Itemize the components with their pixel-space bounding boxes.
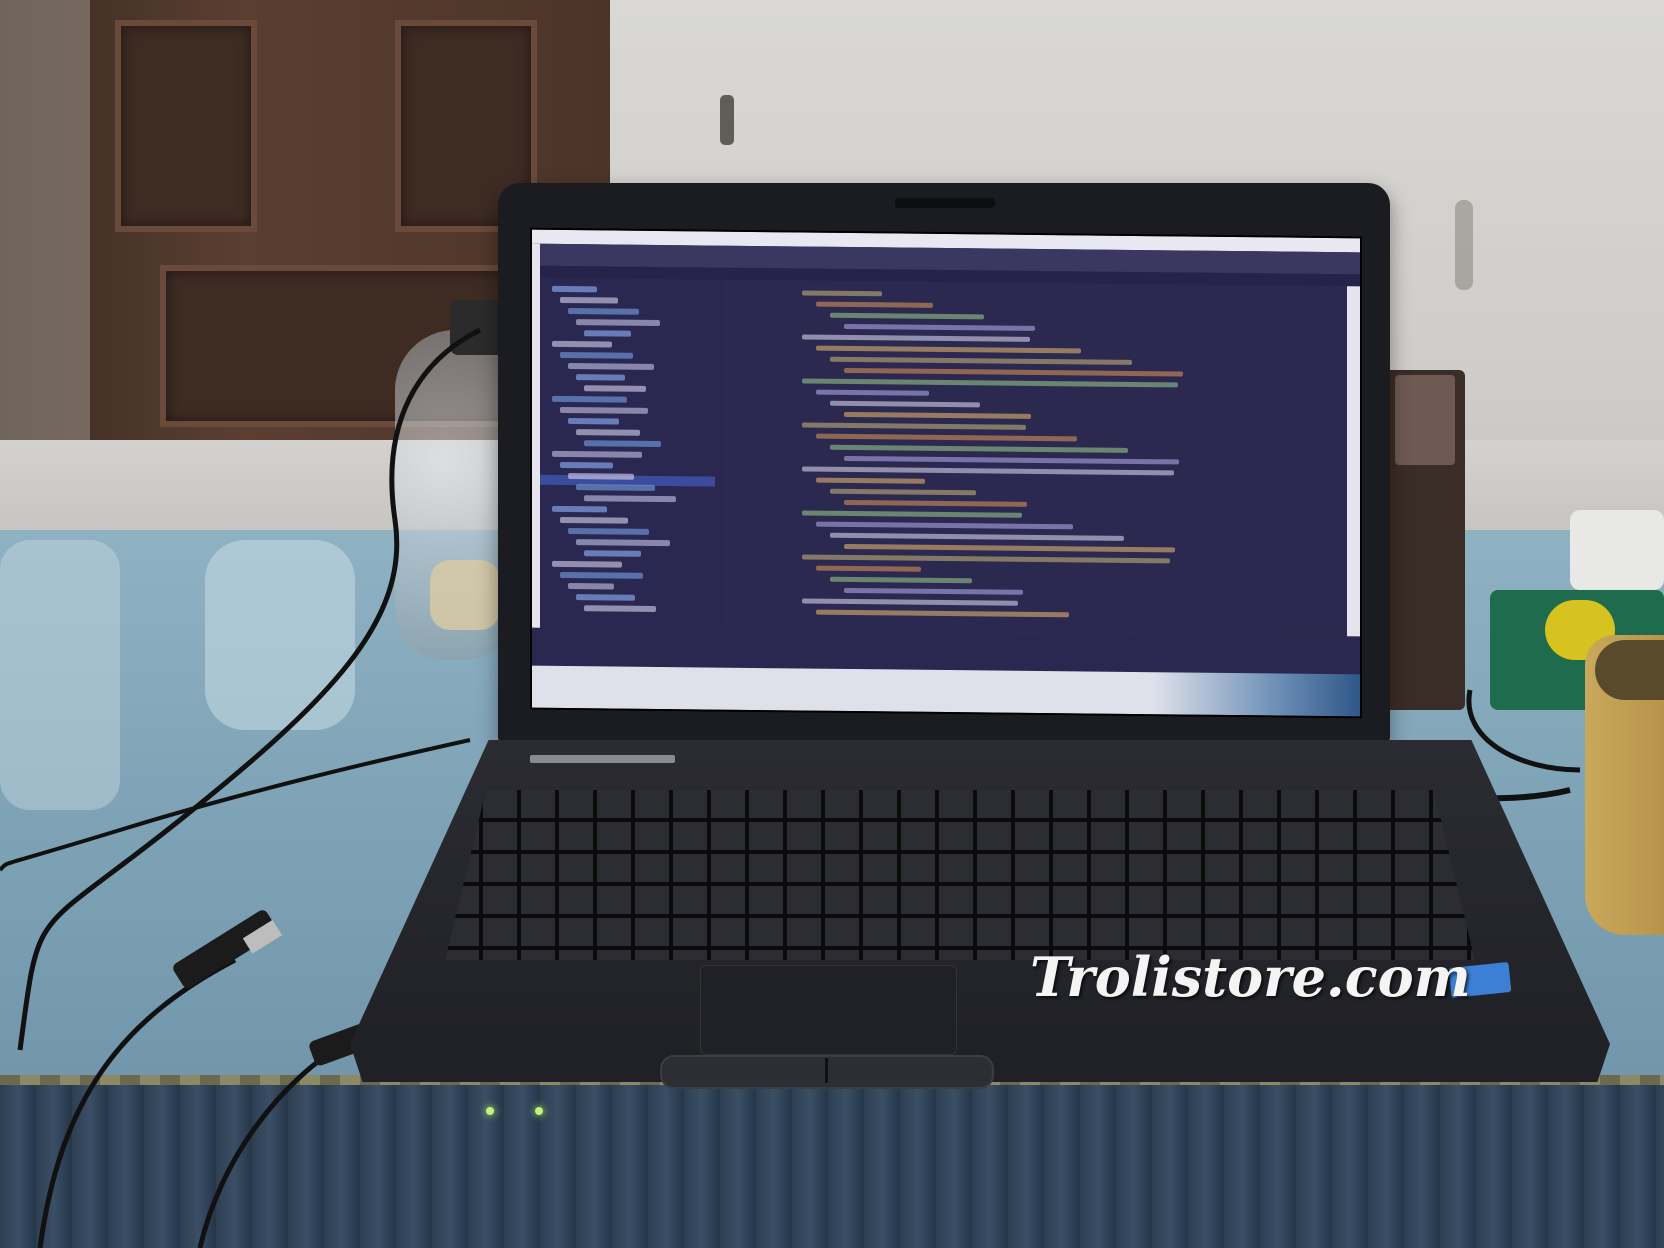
- tree-item: [576, 484, 655, 491]
- tree-item: [552, 560, 622, 568]
- tree-item: [576, 594, 635, 601]
- tree-item: [560, 516, 628, 524]
- windows-taskbar: [532, 665, 1360, 717]
- tree-item: [560, 461, 613, 469]
- tree-item: [552, 285, 597, 293]
- laptop-screen: [530, 227, 1362, 719]
- tree-item: [568, 473, 634, 480]
- tree-item: [576, 429, 640, 436]
- tree-item: [568, 418, 619, 425]
- webcam: [895, 198, 995, 208]
- tree-item: [552, 395, 627, 403]
- tree-item: [584, 330, 631, 337]
- tree-item: [560, 296, 618, 304]
- tree-item: [552, 505, 607, 513]
- status-led: [486, 1107, 494, 1115]
- tree-item: [568, 363, 654, 370]
- tree-item: [584, 385, 646, 392]
- tool-window-strip: [532, 243, 540, 628]
- code-line: [816, 565, 921, 572]
- tree-item: [552, 340, 612, 348]
- tree-item: [576, 374, 625, 381]
- code-line: [802, 290, 882, 297]
- tree-item: [584, 605, 656, 612]
- tree-item: [568, 583, 614, 590]
- tree-item: [560, 406, 648, 414]
- tree-item: [584, 550, 641, 557]
- status-led: [535, 1107, 543, 1115]
- tree-item: [576, 539, 670, 547]
- line-gutter: [727, 279, 782, 631]
- right-tool-strip: [1347, 286, 1360, 637]
- tree-item: [568, 308, 639, 315]
- touchpad: [700, 965, 957, 1055]
- tree-item: [552, 450, 642, 458]
- tree-item: [576, 319, 660, 327]
- watermark-text: Trolistore.com: [1030, 945, 1471, 1009]
- tree-item: [560, 571, 643, 579]
- tree-item: [568, 528, 649, 535]
- photo-scene: Trolistore.com: [0, 0, 1664, 1248]
- touchpad-divider: [825, 1058, 828, 1083]
- tree-item: [584, 495, 676, 503]
- tree-item: [560, 351, 633, 359]
- tree-item: [584, 440, 661, 448]
- keyboard-keys: [445, 790, 1475, 960]
- speaker-grille: [530, 755, 675, 763]
